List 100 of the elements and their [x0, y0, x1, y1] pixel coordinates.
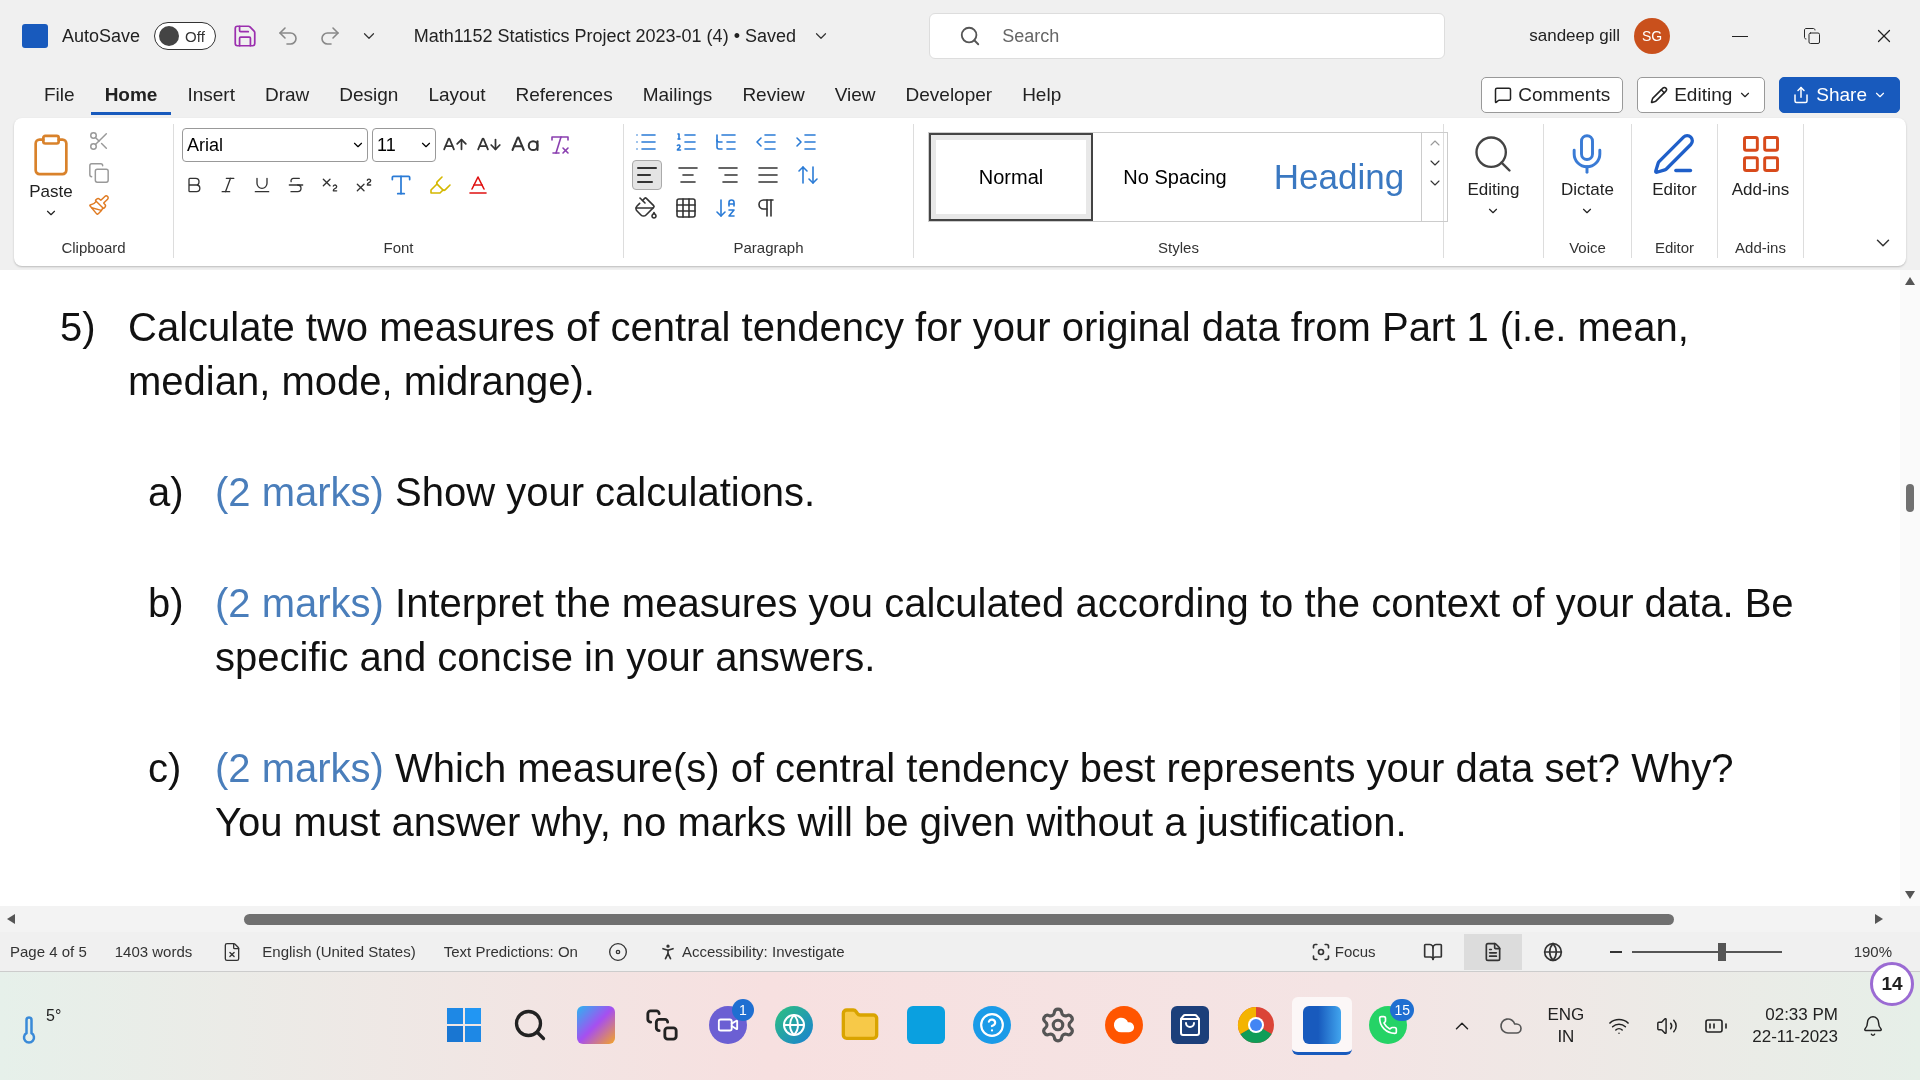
- menu-tab[interactable]: Help: [1008, 75, 1076, 115]
- autosave-toggle[interactable]: Off: [154, 22, 216, 50]
- text-effects-icon: [388, 172, 414, 198]
- scrollbar-thumb[interactable]: [244, 913, 1674, 925]
- part-letter: a): [148, 469, 185, 516]
- user-avatar[interactable]: SG: [1634, 18, 1670, 54]
- menu-tab[interactable]: Review: [728, 75, 819, 115]
- menu-tab[interactable]: File: [30, 75, 89, 115]
- input-language[interactable]: ENG IN: [1547, 1004, 1585, 1048]
- scroll-up-icon[interactable]: [1904, 276, 1916, 286]
- part-letter: c): [148, 745, 183, 792]
- comments-button[interactable]: Comments: [1481, 77, 1624, 113]
- strikethrough-icon: [286, 175, 306, 195]
- focus-button[interactable]: Focus: [1334, 943, 1376, 960]
- clock[interactable]: 02:33 PM 22-11-2023: [1752, 1004, 1838, 1048]
- bell-icon: [1862, 1015, 1884, 1037]
- part-text: (2 marks) Interpret the measures you calculated according to the context of your data. Be specific and concise in your answers.: [215, 580, 1795, 681]
- globe-icon: [1542, 941, 1563, 962]
- part-text: (2 marks) Which measure(s) of central tendency best represents your data set? Why? You must answer why, no marks will be given without a justification.: [215, 745, 1735, 846]
- group-label: Paragraph: [732, 239, 805, 258]
- cloud-app-icon: [1105, 1005, 1143, 1044]
- line-spacing-icon: [796, 163, 820, 187]
- chrome-icon: [1237, 1005, 1275, 1044]
- book-icon: [1422, 941, 1443, 962]
- taskbar-app[interactable]: 15: [1358, 997, 1418, 1055]
- group-label: Add-ins: [1734, 239, 1787, 258]
- settings-icon: [1039, 1005, 1077, 1044]
- font-size-field[interactable]: 11: [372, 128, 436, 162]
- question-text: Calculate two measures of central tendency for your original data from Part 1 (i.e. mean, median, mode, midrange).: [128, 304, 1690, 405]
- help-icon: [973, 1005, 1011, 1044]
- share-icon: [1792, 86, 1811, 104]
- windows-logo-icon: [446, 1006, 482, 1043]
- font-color-icon: [466, 173, 490, 197]
- share-button[interactable]: Share: [1779, 77, 1900, 113]
- minimize-icon: [1732, 35, 1748, 37]
- ribbon-button[interactable]: Editing: [1461, 128, 1526, 239]
- autosave-label: AutoSave: [62, 25, 141, 47]
- paint-bucket-button[interactable]: [632, 194, 660, 222]
- ribbon-button[interactable]: Editor: [1646, 128, 1703, 239]
- save-icon: [231, 23, 258, 49]
- scrollbar-thumb[interactable]: [1906, 484, 1914, 512]
- taskbar-app[interactable]: [1292, 997, 1352, 1055]
- copy-button[interactable]: [86, 160, 112, 186]
- menu-tab[interactable]: Layout: [414, 75, 500, 115]
- paintbrush-button[interactable]: [86, 192, 112, 218]
- floating-badge[interactable]: 14: [1870, 962, 1914, 1006]
- volume-icon: [1656, 1015, 1679, 1037]
- menu-tab[interactable]: Draw: [250, 75, 324, 115]
- macro-icon: [607, 941, 628, 962]
- ribbon-button[interactable]: Dictate: [1555, 128, 1620, 239]
- language-status[interactable]: English (United States): [262, 943, 416, 960]
- menu-tab[interactable]: Home: [90, 75, 172, 115]
- store-icon: [1171, 1005, 1209, 1044]
- menu-tab[interactable]: Design: [325, 75, 413, 115]
- page-count[interactable]: Page 4 of 5: [10, 943, 87, 960]
- search-field[interactable]: Search: [929, 13, 1446, 59]
- view-button[interactable]: [1463, 933, 1522, 970]
- task-view-icon: [645, 1007, 679, 1042]
- subscript-icon: [320, 175, 340, 195]
- menu-tab[interactable]: Mailings: [628, 75, 727, 115]
- temperature[interactable]: 5°: [46, 1007, 62, 1025]
- part-text: (2 marks) Show your calculations.: [215, 469, 817, 516]
- highlighter-icon: [428, 173, 452, 197]
- taskbar-app[interactable]: 1: [698, 997, 758, 1055]
- paintbrush-icon: [88, 194, 110, 216]
- comment-icon: [1494, 86, 1513, 104]
- zoom-thumb[interactable]: [1717, 942, 1726, 961]
- paint-bucket-icon: [634, 196, 658, 220]
- user-name: sandeep gill: [1529, 26, 1620, 46]
- document-title[interactable]: Math1152 Statistics Project 2023-01 (4) • Saved: [413, 25, 796, 47]
- group-label: Editor: [1653, 239, 1696, 258]
- menu-tab[interactable]: Insert: [173, 75, 249, 115]
- scroll-left-icon[interactable]: [6, 913, 16, 925]
- scroll-right-icon[interactable]: [1874, 913, 1884, 925]
- word-count[interactable]: 1403 words: [114, 943, 193, 960]
- notification-badge: 15: [1390, 999, 1414, 1021]
- notification-badge: 1: [732, 999, 754, 1021]
- menu-tab[interactable]: References: [501, 75, 627, 115]
- copy-icon: [88, 162, 110, 184]
- borders-icon: [674, 196, 698, 220]
- zoom-level[interactable]: 190%: [1853, 943, 1892, 960]
- menu-tab[interactable]: View: [820, 75, 890, 115]
- text-predictions-status[interactable]: Text Predictions: On: [443, 943, 578, 960]
- zoom-out-icon[interactable]: [1609, 950, 1622, 953]
- font-name-field[interactable]: Arial: [182, 128, 368, 162]
- paste-button[interactable]: Paste: [22, 128, 80, 239]
- menu-tab[interactable]: Developer: [891, 75, 1007, 115]
- style-option[interactable]: Normal: [929, 133, 1093, 221]
- editing-mode-button[interactable]: Editing: [1637, 77, 1766, 113]
- browser-icon: [775, 1005, 813, 1044]
- numbering-icon: [674, 130, 698, 154]
- align-left-button[interactable]: [632, 160, 662, 190]
- sort-icon: [714, 196, 738, 220]
- part-letter: b): [148, 580, 185, 627]
- scroll-down-icon[interactable]: [1904, 890, 1916, 900]
- accessibility-status[interactable]: Accessibility: Investigate: [681, 943, 845, 960]
- focus-icon: [1310, 941, 1331, 962]
- pencil-icon: [1650, 86, 1669, 104]
- group-label: Voice: [1568, 239, 1607, 258]
- ribbon-button[interactable]: Add-ins: [1725, 128, 1796, 239]
